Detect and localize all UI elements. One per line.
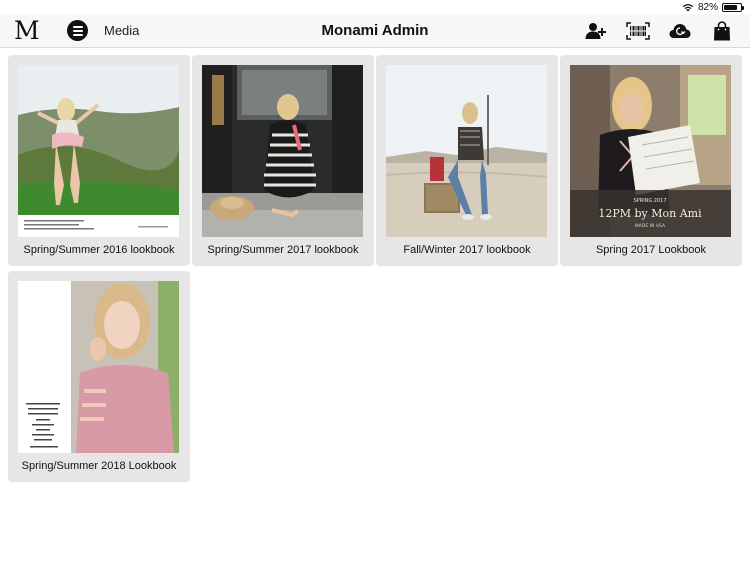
monami-logo[interactable]: M [14,17,40,45]
menu-icon-line [72,33,83,36]
battery-level [724,5,738,10]
add-user-icon[interactable] [584,19,608,43]
lookbook-title: Spring 2017 Lookbook [595,244,707,256]
lookbook-card[interactable]: SPRING 2017 12PM by Mon Ami MADE IN USA … [560,55,742,266]
menu-icon-line [72,29,83,32]
lookbook-card[interactable]: Fall/Winter 2017 lookbook [376,55,558,266]
lookbook-title: Fall/Winter 2017 lookbook [403,244,531,256]
lookbook-grid: Spring/Summer 2016 lookbook Spring/Summe… [8,55,743,482]
lookbook-cover-image [386,65,547,237]
lookbook-card[interactable]: Spring/Summer 2016 lookbook [8,55,190,266]
wifi-icon [682,3,694,12]
navigation-bar: M Media Monami Admin [0,14,750,48]
lookbook-cover-image: SPRING 2017 12PM by Mon Ami MADE IN USA [570,65,731,237]
menu-icon-line [72,25,83,28]
lookbook-card[interactable]: Spring/Summer 2018 Lookbook [8,271,190,482]
status-indicators: 82% [682,2,744,13]
shopping-bag-icon[interactable] [710,19,734,43]
barcode-scan-icon[interactable] [626,19,650,43]
lookbook-title: Spring/Summer 2017 lookbook [207,244,359,256]
toolbar-actions [584,19,734,43]
battery-percent: 82% [697,2,718,13]
lookbook-cover-season: SPRING 2017 [633,198,666,204]
lookbook-cover-brand: 12PM by Mon Ami [598,207,702,220]
battery-icon [722,3,744,12]
lookbook-card[interactable]: Spring/Summer 2017 lookbook [192,55,374,266]
media-link[interactable]: Media [104,23,139,38]
lookbook-title: Spring/Summer 2016 lookbook [23,244,175,256]
lookbook-cover-image [202,65,363,237]
menu-button[interactable] [67,20,88,41]
cloud-sync-icon[interactable] [668,19,692,43]
lookbook-title: Spring/Summer 2018 Lookbook [21,460,177,472]
lookbook-cover-image [18,281,179,453]
lookbook-cover-subtext: MADE IN USA [635,223,666,229]
lookbook-cover-image [18,65,179,237]
